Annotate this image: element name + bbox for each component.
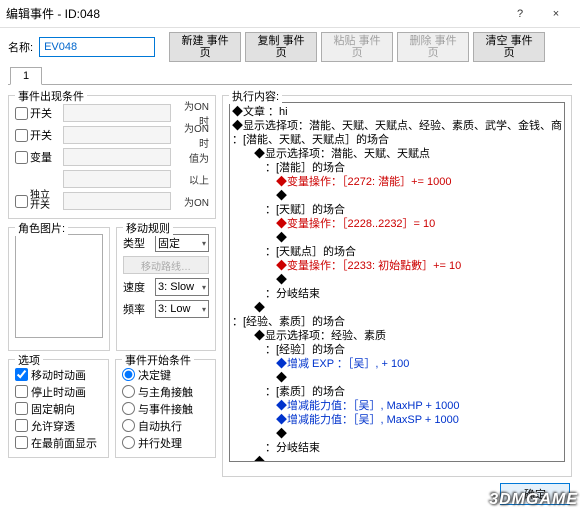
var-value-field	[63, 170, 171, 188]
var-suffix: 值为	[175, 150, 209, 165]
move-speed-label: 速度	[123, 279, 151, 295]
graphic-legend: 角色图片:	[15, 220, 68, 236]
command-line[interactable]: ：[素质］的场合	[232, 385, 562, 399]
command-line[interactable]: ：分岐结束	[232, 441, 562, 455]
command-line[interactable]: ：分岐结束	[232, 287, 562, 301]
exec-legend: 执行内容:	[229, 88, 282, 104]
opt-stop[interactable]	[15, 385, 28, 398]
tab-1[interactable]: 1	[10, 67, 42, 85]
self-check[interactable]: 独立 开关	[15, 191, 59, 211]
move-legend: 移动规则	[123, 220, 173, 236]
copy-page-button[interactable]: 复制 事件页	[245, 32, 317, 62]
conditions-legend: 事件出现条件	[15, 88, 87, 104]
trigger-legend: 事件开始条件	[122, 352, 194, 368]
switch2-check[interactable]: 开关	[15, 127, 59, 143]
graphic-box[interactable]	[15, 234, 103, 338]
command-line[interactable]: ◆	[232, 455, 562, 462]
command-line[interactable]: ◆变量操作：［2228..2232］= 10	[232, 217, 562, 231]
help-button[interactable]: ?	[502, 2, 538, 26]
command-line[interactable]: ：[经验、素质］的场合	[232, 315, 562, 329]
command-list[interactable]: ◆文章 ：hi◆显示选择项：潜能、天赋、天赋点、经验、素质、武学、金钱、商 ：[…	[229, 102, 565, 462]
command-line[interactable]: ◆文章 ：hi	[232, 105, 562, 119]
name-label: 名称:	[8, 39, 33, 55]
close-button[interactable]: ×	[538, 2, 574, 26]
command-line[interactable]: ：[潜能、天赋、天赋点］的场合	[232, 133, 562, 147]
move-route-button: 移动路线…	[123, 256, 209, 274]
opt-through[interactable]	[15, 419, 28, 432]
move-type-label: 类型	[123, 235, 151, 251]
command-line[interactable]: ◆显示选择项：经验、素质	[232, 329, 562, 343]
window-title: 编辑事件 - ID:048	[6, 5, 502, 22]
options-legend: 选项	[15, 352, 43, 368]
self-suffix: 为ON	[175, 194, 209, 209]
switch1-field	[63, 104, 171, 122]
command-line[interactable]: ：[天赋点］的场合	[232, 245, 562, 259]
trig-player[interactable]	[122, 385, 135, 398]
var-yi: 以上	[175, 172, 209, 187]
var-field	[63, 148, 171, 166]
name-input[interactable]	[39, 37, 155, 57]
move-freq-select[interactable]: 3: Low▾	[155, 300, 209, 318]
command-line[interactable]: ：[天赋］的场合	[232, 203, 562, 217]
command-line[interactable]: ◆显示选择项：潜能、天赋、天赋点、经验、素质、武学、金钱、商	[232, 119, 562, 133]
switch2-suffix: 为ON时	[175, 120, 209, 150]
switch1-check[interactable]: 开关	[15, 105, 59, 121]
new-page-button[interactable]: 新建 事件页	[169, 32, 241, 62]
clear-page-button[interactable]: 清空 事件页	[473, 32, 545, 62]
trig-parallel[interactable]	[122, 436, 135, 449]
var-check[interactable]: 变量	[15, 149, 59, 165]
command-line[interactable]: ◆	[232, 427, 562, 441]
opt-walk[interactable]	[15, 368, 28, 381]
opt-top[interactable]	[15, 436, 28, 449]
command-line[interactable]: ◆	[232, 231, 562, 245]
move-type-select[interactable]: 固定▾	[155, 234, 209, 252]
paste-page-button: 粘贴 事件页	[321, 32, 393, 62]
self-field	[63, 192, 171, 210]
command-line[interactable]: ◆	[232, 301, 562, 315]
command-line[interactable]: ◆增减能力值：［吴］, MaxHP + 1000	[232, 399, 562, 413]
command-line[interactable]: ◆	[232, 189, 562, 203]
move-freq-label: 频率	[123, 301, 151, 317]
command-line[interactable]: ◆变量操作：［2233: 初始點數］+= 10	[232, 259, 562, 273]
command-line[interactable]: ◆增减能力值：［吴］, MaxSP + 1000	[232, 413, 562, 427]
command-line[interactable]: ：[经验］的场合	[232, 343, 562, 357]
opt-dir[interactable]	[15, 402, 28, 415]
command-line[interactable]: ◆	[232, 273, 562, 287]
command-line[interactable]: ◆增减 EXP ：［吴］, + 100	[232, 357, 562, 371]
switch2-field	[63, 126, 171, 144]
command-line[interactable]: ：[潜能］的场合	[232, 161, 562, 175]
command-line[interactable]: ◆显示选择项：潜能、天赋、天赋点	[232, 147, 562, 161]
command-line[interactable]: ◆	[232, 371, 562, 385]
move-speed-select[interactable]: 3: Slow▾	[155, 278, 209, 296]
command-line[interactable]: ◆变量操作：［2272: 潜能］+= 1000	[232, 175, 562, 189]
trig-event[interactable]	[122, 402, 135, 415]
watermark: 3DMGAME	[489, 491, 578, 509]
delete-page-button: 删除 事件页	[397, 32, 469, 62]
trig-action[interactable]	[122, 368, 135, 381]
trig-auto[interactable]	[122, 419, 135, 432]
